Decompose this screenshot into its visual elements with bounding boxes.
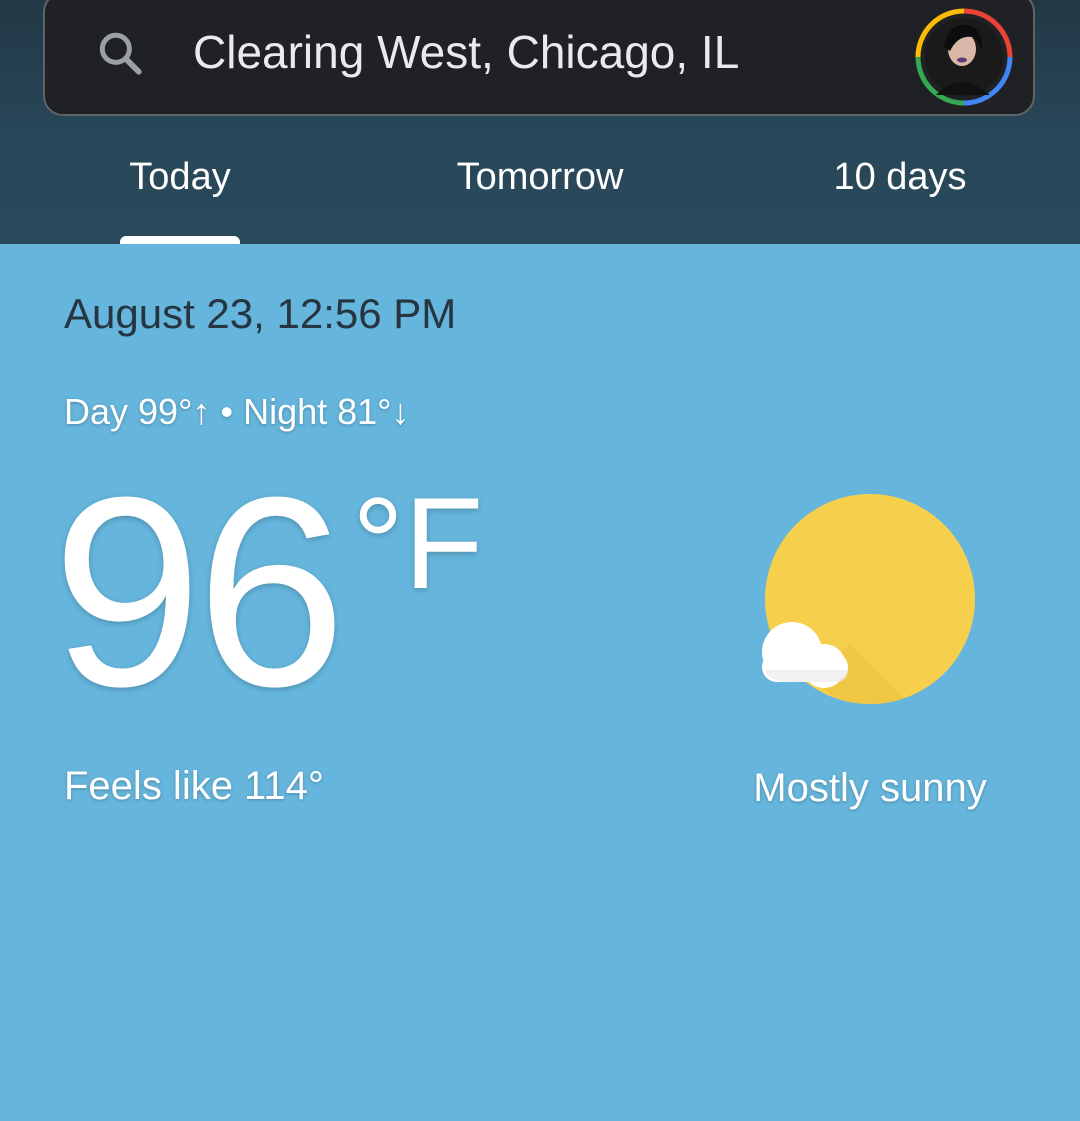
temperature-unit[interactable]: °F <box>352 478 483 608</box>
search-input[interactable]: Clearing West, Chicago, IL <box>193 24 739 80</box>
selected-tab-indicator <box>120 236 240 244</box>
feels-like: Feels like 114° <box>64 764 324 808</box>
tab-tomorrow[interactable]: Tomorrow <box>400 152 680 244</box>
tab-today[interactable]: Today <box>80 152 280 244</box>
tab-10-days[interactable]: 10 days <box>800 152 1000 244</box>
search-icon[interactable] <box>95 28 145 78</box>
current-temperature: 96 <box>52 442 346 743</box>
weather-page: Clearing West, Chicago, IL Today Tomorro… <box>0 0 1080 1121</box>
date-time: August 23, 12:56 PM <box>64 290 457 337</box>
mostly-sunny-icon <box>762 494 975 704</box>
account-avatar[interactable] <box>914 7 1014 107</box>
day-night-temperatures: Day 99°↑ • Night 81°↓ <box>64 391 410 432</box>
header: Clearing West, Chicago, IL Today Tomorro… <box>0 0 1080 244</box>
search-bar[interactable]: Clearing West, Chicago, IL <box>43 0 1035 116</box>
weather-condition: Mostly sunny <box>753 766 987 810</box>
